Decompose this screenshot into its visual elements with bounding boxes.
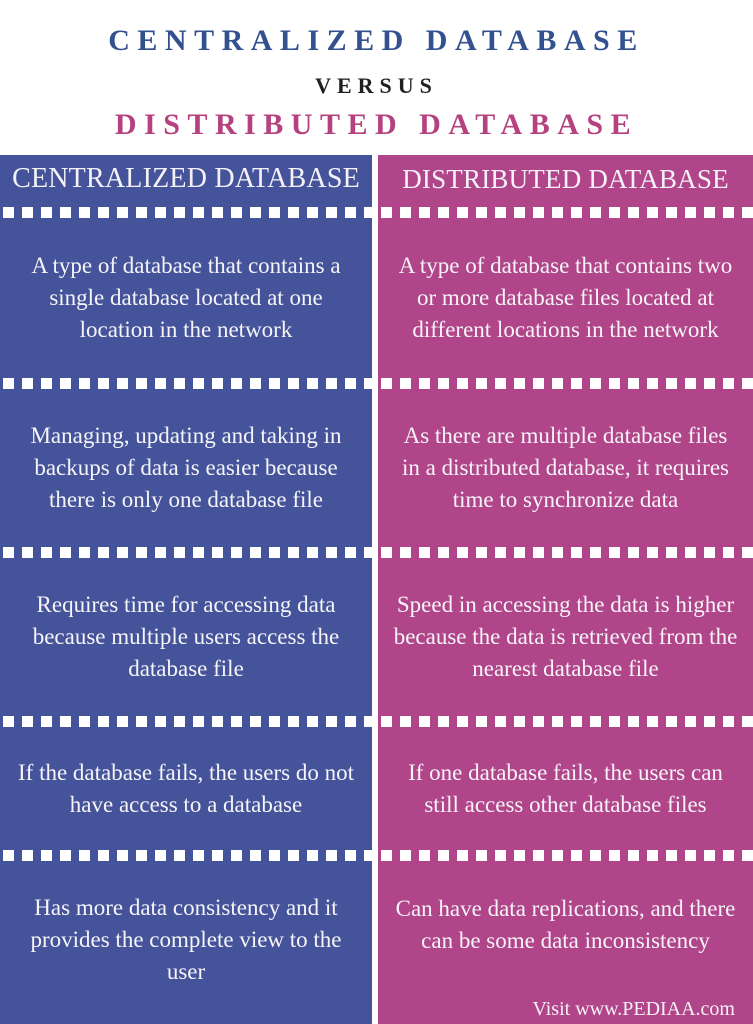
comparison-cell: Can have data replications, and there ca…	[378, 865, 753, 985]
dashed-separator	[378, 374, 753, 393]
source-attribution: Visit www.PEDIAA.com	[532, 998, 736, 1020]
column-centralized-database: CENTRALIZED DATABASE A type of database …	[0, 155, 372, 1024]
comparison-cell-text: If one database fails, the users can sti…	[408, 759, 723, 817]
dashed-separator	[378, 203, 753, 222]
comparison-cell: Requires time for accessing data because…	[0, 562, 372, 712]
comparison-cell-text: If the database fails, the users do not …	[18, 759, 354, 817]
dashed-separator	[378, 543, 753, 562]
comparison-cell-text: Speed in accessing the data is higher be…	[393, 592, 738, 681]
dashed-separator	[378, 712, 753, 731]
comparison-cell: Has more data consistency and it provide…	[0, 865, 372, 1015]
comparison-cell: Speed in accessing the data is higher be…	[378, 562, 753, 712]
comparison-cell-text: Can have data replications, and there ca…	[395, 896, 736, 953]
page-title-left-term: CENTRALIZED DATABASE	[108, 24, 645, 57]
dashed-separator	[0, 712, 372, 731]
comparison-cell-text: A type of database that contains a singl…	[31, 253, 341, 342]
page-title-versus: VERSUS	[315, 73, 438, 98]
title-block: CENTRALIZED DATABASE VERSUS DISTRIBUTED …	[0, 0, 753, 155]
comparison-cell-text: As there are multiple database files in …	[401, 423, 729, 512]
comparison-cell: A type of database that contains two or …	[378, 222, 753, 374]
comparison-cell-text: Has more data consistency and it provide…	[30, 895, 342, 984]
dashed-separator	[0, 374, 372, 393]
dashed-separator	[378, 846, 753, 865]
column-header-centralized: CENTRALIZED DATABASE	[12, 163, 360, 194]
comparison-cell-text: A type of database that contains two or …	[398, 253, 733, 342]
comparison-cell-text: Requires time for accessing data because…	[32, 592, 340, 681]
comparison-cell: As there are multiple database files in …	[378, 393, 753, 543]
page-title-right-term: DISTRIBUTED DATABASE	[114, 108, 639, 141]
comparison-cell: If one database fails, the users can sti…	[378, 731, 753, 846]
comparison-cell: Managing, updating and taking in backups…	[0, 393, 372, 543]
comparison-cell: A type of database that contains a singl…	[0, 222, 372, 374]
column-header-distributed: DISTRIBUTED DATABASE	[402, 164, 729, 194]
dashed-separator	[0, 543, 372, 562]
column-distributed-database: DISTRIBUTED DATABASE A type of database …	[378, 155, 753, 1024]
comparison-cell-text: Managing, updating and taking in backups…	[30, 423, 342, 512]
comparison-infographic: CENTRALIZED DATABASE VERSUS DISTRIBUTED …	[0, 0, 753, 1024]
dashed-separator	[0, 203, 372, 222]
comparison-cell: If the database fails, the users do not …	[0, 731, 372, 846]
dashed-separator	[0, 846, 372, 865]
